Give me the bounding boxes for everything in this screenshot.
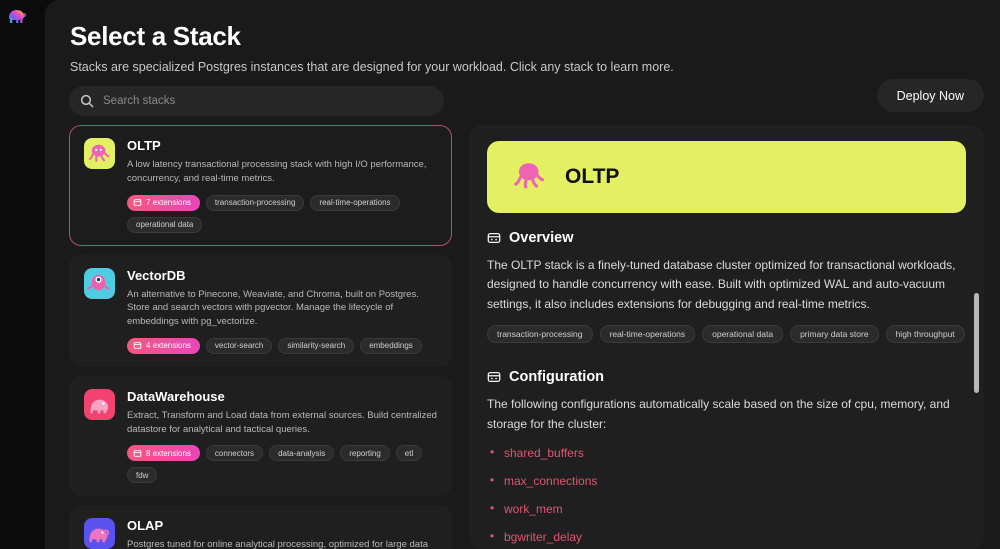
stack-detail-content: OLTP Overview The OLTP stack is a finely… <box>469 125 984 549</box>
page-subtitle: Stacks are specialized Postgres instance… <box>70 60 674 74</box>
stack-list[interactable]: OLTP A low latency transactional process… <box>69 125 452 549</box>
overview-tag[interactable]: primary data store <box>790 325 879 344</box>
package-box-icon <box>133 450 142 457</box>
left-rail <box>0 0 45 549</box>
stack-card-vectordb[interactable]: VectorDB An alternative to Pinecone, Wea… <box>69 254 452 367</box>
stack-card-body: OLAP Postgres tuned for online analytica… <box>127 518 437 549</box>
stack-card-chips: 8 extensions connectors data-analysis re… <box>127 445 437 484</box>
deploy-now-button[interactable]: Deploy Now <box>876 79 984 112</box>
oltp-octopus-icon <box>514 163 545 189</box>
oltp-octopus-icon <box>84 138 115 169</box>
stack-tag[interactable]: reporting <box>340 445 390 462</box>
package-box-icon <box>487 372 501 383</box>
stack-tag[interactable]: operational data <box>127 216 203 233</box>
overview-title: Overview <box>509 230 574 246</box>
extensions-badge[interactable]: 7 extensions <box>127 194 200 211</box>
configuration-list: shared_buffers max_connections work_mem … <box>487 445 966 549</box>
detail-banner-title: OLTP <box>565 165 620 188</box>
stack-tag[interactable]: fdw <box>127 467 158 484</box>
stack-card-title: DataWarehouse <box>127 388 225 404</box>
stack-card-description: Postgres tuned for online analytical pro… <box>127 539 429 549</box>
stack-card-description: Extract, Transform and Load data from ex… <box>127 409 437 435</box>
stack-tag[interactable]: vector-search <box>205 337 273 354</box>
stack-card-datawarehouse[interactable]: DataWarehouse Extract, Transform and Loa… <box>69 375 452 497</box>
stack-tag[interactable]: similarity-search <box>278 337 355 354</box>
search-input[interactable] <box>103 95 434 107</box>
stack-card-chips: 4 extensions vector-search similarity-se… <box>127 337 437 354</box>
stack-card-title: OLAP <box>127 518 164 534</box>
stack-card-body: DataWarehouse Extract, Transform and Loa… <box>127 389 437 484</box>
config-item[interactable]: bgwriter_delay <box>487 529 966 544</box>
overview-heading: Overview <box>487 230 966 246</box>
detail-scrollbar[interactable] <box>974 293 979 393</box>
stack-tag[interactable]: real-time-operations <box>310 194 400 211</box>
config-item[interactable]: max_connections <box>487 473 966 488</box>
config-item[interactable]: shared_buffers <box>487 445 966 460</box>
extensions-badge[interactable]: 4 extensions <box>127 337 200 354</box>
tembo-elephant-logo[interactable] <box>5 4 29 28</box>
config-item[interactable]: work_mem <box>487 501 966 516</box>
extensions-badge-label: 4 extensions <box>146 341 191 351</box>
stack-tag[interactable]: connectors <box>205 445 264 462</box>
page-title: Select a Stack <box>70 21 241 51</box>
app-root: Select a Stack Stacks are specialized Po… <box>0 0 1000 549</box>
stack-tag[interactable]: embeddings <box>360 337 422 354</box>
stack-card-olap[interactable]: OLAP Postgres tuned for online analytica… <box>69 505 452 549</box>
stack-card-title: VectorDB <box>127 267 186 283</box>
overview-tag[interactable]: transaction-processing <box>487 325 593 344</box>
stack-tag[interactable]: etl <box>395 445 423 462</box>
stack-card-title: OLTP <box>127 138 161 153</box>
search-icon <box>80 94 94 108</box>
overview-tag[interactable]: high throughput <box>885 325 965 344</box>
stack-card-description: A low latency transactional processing s… <box>127 159 427 184</box>
configuration-heading: Configuration <box>487 369 966 385</box>
extensions-badge-label: 7 extensions <box>146 198 191 208</box>
search-bar[interactable] <box>69 86 444 116</box>
olap-elephant-icon <box>84 518 115 549</box>
overview-tag[interactable]: real-time-operations <box>599 325 696 344</box>
stack-card-chips: 7 extensions transaction-processing real… <box>127 194 437 233</box>
datawarehouse-elephant-icon <box>84 388 115 420</box>
package-box-icon <box>133 199 142 206</box>
extensions-badge[interactable]: 8 extensions <box>127 445 200 462</box>
configuration-text: The following configurations automatical… <box>487 397 950 431</box>
stack-card-oltp[interactable]: OLTP A low latency transactional process… <box>69 125 452 246</box>
stack-tag[interactable]: transaction-processing <box>205 194 305 211</box>
extensions-badge-label: 8 extensions <box>146 448 191 458</box>
overview-text: The OLTP stack is a finely-tuned databas… <box>487 258 956 311</box>
stack-card-body: VectorDB An alternative to Pinecone, Wea… <box>127 268 437 354</box>
stack-card-description: An alternative to Pinecone, Weaviate, an… <box>127 288 419 328</box>
vectordb-cyclops-icon <box>84 267 115 299</box>
stack-card-body: OLTP A low latency transactional process… <box>127 138 437 233</box>
package-box-icon <box>133 342 142 350</box>
content-columns: OLTP A low latency transactional process… <box>69 125 984 549</box>
package-box-icon <box>487 232 501 244</box>
stack-detail-panel: OLTP Overview The OLTP stack is a finely… <box>469 125 984 549</box>
stack-tag[interactable]: data-analysis <box>269 445 335 462</box>
overview-tags: transaction-processing real-time-operati… <box>487 325 966 344</box>
overview-tag[interactable]: operational data <box>702 325 784 344</box>
configuration-title: Configuration <box>509 369 605 386</box>
detail-banner: OLTP <box>487 141 966 213</box>
main-surface: Select a Stack Stacks are specialized Po… <box>45 0 1000 549</box>
